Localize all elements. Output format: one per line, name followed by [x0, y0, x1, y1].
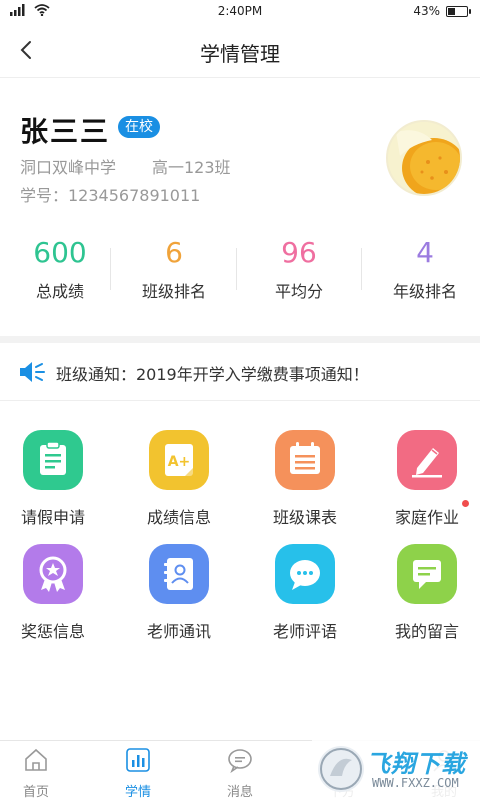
grid-label: 老师评语 [272, 622, 337, 641]
divider [110, 248, 111, 290]
stat-value: 96 [281, 236, 317, 269]
notice-text: 班级通知：2019年开学入学缴费事项通知！ [56, 365, 369, 384]
home-icon [25, 748, 47, 771]
stat-label: 总成绩 [35, 282, 84, 301]
tab-label: 学情 [124, 785, 151, 800]
student-profile: 张三三 在校 洞口双峰中学 高一123班 学号：1234567891011 [0, 78, 480, 228]
grid-label: 请假申请 [20, 508, 85, 527]
status-time: 2:40PM [217, 4, 263, 18]
grid-label: 奖惩信息 [20, 622, 85, 641]
tab-study[interactable]: 学情 [90, 747, 186, 800]
nav-bar: 学情管理 [0, 24, 480, 78]
battery-percent: 43% [413, 4, 440, 18]
grid-item-leave-request[interactable]: 请假申请 [0, 430, 108, 528]
bar-chart-icon [126, 748, 150, 772]
class-name: 高一123班 [152, 158, 231, 177]
status-right: 43% [413, 4, 471, 18]
icon-tile [275, 544, 335, 604]
stat-value: 6 [165, 236, 183, 269]
stat-average-score[interactable]: 96 平均分 [239, 236, 359, 302]
status-badge: 在校 [118, 116, 160, 138]
page-title: 学情管理 [200, 42, 280, 66]
svg-text:A+: A+ [168, 454, 191, 470]
watermark: 飞翔下载 WWW.FXXZ.COM [312, 740, 480, 800]
grid-label: 老师通讯 [146, 622, 211, 641]
icon-tile: A+ [149, 430, 209, 490]
avatar[interactable] [386, 120, 462, 196]
stat-grade-rank[interactable]: 4 年级排名 [365, 236, 480, 302]
new-badge-dot [462, 500, 469, 507]
watermark-logo-icon [318, 746, 364, 792]
pencil-icon [412, 448, 442, 478]
clipboard-icon [40, 441, 66, 475]
school-name: 洞口双峰中学 [20, 158, 117, 177]
icon-tile [397, 544, 457, 604]
tab-label: 消息 [226, 785, 253, 800]
battery-icon [446, 5, 471, 17]
stat-label: 班级排名 [141, 282, 206, 301]
grid-item-teacher-comments[interactable]: 老师评语 [250, 544, 360, 642]
class-notice[interactable]: 班级通知：2019年开学入学缴费事项通知！ [0, 343, 480, 401]
student-name: 张三三 [20, 115, 111, 148]
calendar-icon [290, 442, 320, 474]
stat-class-rank[interactable]: 6 班级排名 [114, 236, 234, 302]
avatar-image [388, 122, 460, 194]
icon-tile [149, 544, 209, 604]
contacts-book-icon [164, 558, 193, 590]
grade-a-plus-icon: A+ [165, 444, 193, 476]
tab-home[interactable]: 首页 [0, 747, 84, 800]
stat-value: 600 [33, 236, 87, 269]
status-bar: 2:40PM 43% [0, 0, 480, 24]
icon-tile [23, 544, 83, 604]
chat-bubble-icon [290, 560, 320, 590]
divider [236, 248, 237, 290]
award-icon [39, 556, 67, 592]
grid-label: 我的留言 [394, 622, 459, 641]
icon-tile [275, 430, 335, 490]
section-divider [0, 336, 480, 343]
divider [361, 248, 362, 290]
stat-label: 平均分 [274, 282, 323, 301]
speech-bubble-icon [228, 749, 252, 774]
stat-total-score[interactable]: 600 总成绩 [0, 236, 120, 302]
grid-item-teacher-contacts[interactable]: 老师通讯 [124, 544, 234, 642]
grid-item-grade-info[interactable]: A+ 成绩信息 [124, 430, 234, 528]
battery-level [448, 7, 456, 15]
grid-label: 班级课表 [272, 508, 337, 527]
tab-label: 首页 [22, 785, 49, 800]
grid-item-class-schedule[interactable]: 班级课表 [250, 430, 360, 528]
icon-tile [23, 430, 83, 490]
grid-label: 家庭作业 [394, 508, 459, 527]
watermark-url: WWW.FXXZ.COM [372, 776, 459, 790]
message-icon [413, 560, 441, 589]
tab-messages[interactable]: 消息 [192, 747, 288, 800]
grid-item-rewards[interactable]: 奖惩信息 [0, 544, 108, 642]
grid-label: 成绩信息 [146, 508, 211, 527]
stat-label: 年级排名 [392, 282, 457, 301]
grid-item-homework[interactable]: 家庭作业 [372, 430, 480, 528]
stat-value: 4 [416, 236, 434, 269]
watermark-title: 飞翔下载 [366, 750, 466, 778]
grid-item-my-messages[interactable]: 我的留言 [372, 544, 480, 642]
icon-tile [397, 430, 457, 490]
stats-row: 600 总成绩 6 班级排名 96 平均分 4 年级排名 [0, 230, 480, 336]
speaker-icon [20, 362, 45, 382]
student-number: 学号：1234567891011 [20, 186, 201, 205]
